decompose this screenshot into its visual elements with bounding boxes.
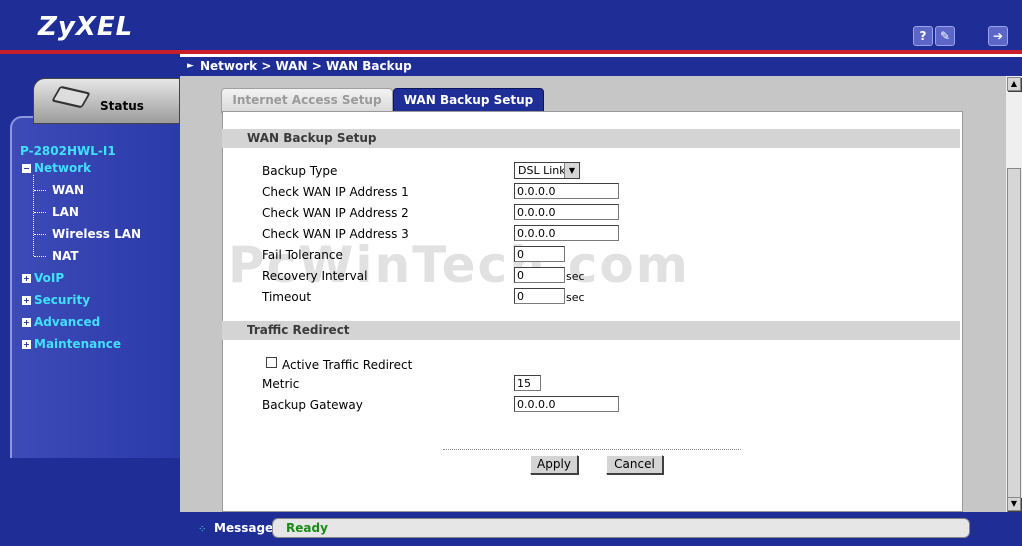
check-ip1-label: Check WAN IP Address 1 bbox=[262, 185, 409, 199]
recovery-unit: sec bbox=[566, 270, 585, 283]
status-message: Ready bbox=[286, 521, 328, 535]
backup-gateway-label: Backup Gateway bbox=[262, 398, 363, 412]
sidebar-item-label: VoIP bbox=[34, 271, 65, 285]
sidebar-item-network[interactable]: − Network bbox=[22, 161, 91, 175]
tree-line bbox=[34, 256, 46, 257]
cancel-button[interactable]: Cancel bbox=[606, 455, 663, 474]
wizard-icon[interactable]: ✎ bbox=[935, 26, 955, 46]
sidebar-item-wireless-lan[interactable]: Wireless LAN bbox=[52, 227, 141, 241]
message-label: Message bbox=[214, 521, 274, 535]
sidebar-item-lan[interactable]: LAN bbox=[52, 205, 79, 219]
tree-line bbox=[34, 212, 46, 213]
tab-internet-access-setup[interactable]: Internet Access Setup bbox=[221, 88, 393, 113]
collapse-icon[interactable]: − bbox=[22, 164, 31, 173]
check-ip2-label: Check WAN IP Address 2 bbox=[262, 206, 409, 220]
expand-icon[interactable]: + bbox=[22, 340, 31, 349]
section-title: WAN Backup Setup bbox=[247, 131, 377, 145]
scroll-down-icon[interactable]: ▼ bbox=[1007, 497, 1021, 511]
section-title: Traffic Redirect bbox=[247, 323, 350, 337]
button-divider bbox=[443, 449, 741, 450]
tab-wan-backup-setup[interactable]: WAN Backup Setup bbox=[393, 88, 544, 113]
sidebar-item-label: Maintenance bbox=[34, 337, 122, 351]
backup-type-label: Backup Type bbox=[262, 164, 338, 178]
expand-icon[interactable]: + bbox=[22, 296, 31, 305]
sidebar-item-wan[interactable]: WAN bbox=[52, 183, 84, 197]
scroll-up-icon[interactable]: ▲ bbox=[1007, 77, 1021, 91]
vertical-scrollbar[interactable]: ▲ ▼ bbox=[1006, 76, 1022, 534]
fail-tolerance-input[interactable]: 0 bbox=[514, 246, 565, 262]
recovery-interval-label: Recovery Interval bbox=[262, 269, 368, 283]
watermark: PcWinTech.com bbox=[228, 236, 690, 294]
router-icon bbox=[51, 85, 91, 109]
logout-icon[interactable]: ➔ bbox=[988, 26, 1008, 46]
status-label: Status bbox=[100, 99, 144, 113]
breadcrumb-arrow-icon: ► bbox=[187, 61, 194, 71]
chevron-down-icon[interactable]: ▼ bbox=[564, 163, 579, 178]
sidebar-item-label: Network bbox=[34, 161, 92, 175]
expand-icon[interactable]: + bbox=[22, 274, 31, 283]
check-ip2-input[interactable]: 0.0.0.0 bbox=[514, 204, 619, 220]
metric-input[interactable]: 15 bbox=[514, 375, 541, 391]
fail-tolerance-label: Fail Tolerance bbox=[262, 248, 343, 262]
sidebar-item-security[interactable]: + Security bbox=[22, 293, 90, 307]
help-icon[interactable]: ? bbox=[913, 26, 933, 46]
backup-gateway-input[interactable]: 0.0.0.0 bbox=[514, 396, 619, 412]
active-traffic-redirect-checkbox[interactable] bbox=[266, 357, 277, 368]
wan-backup-section-header: WAN Backup Setup bbox=[222, 129, 960, 148]
tree-line bbox=[34, 190, 46, 191]
sidebar-item-nat[interactable]: NAT bbox=[52, 249, 79, 263]
check-ip1-input[interactable]: 0.0.0.0 bbox=[514, 183, 619, 199]
metric-label: Metric bbox=[262, 377, 300, 391]
timeout-input[interactable]: 0 bbox=[514, 288, 565, 304]
active-traffic-redirect-label: Active Traffic Redirect bbox=[282, 358, 413, 372]
tree-line bbox=[34, 234, 46, 235]
timeout-label: Timeout bbox=[262, 290, 312, 304]
check-ip3-label: Check WAN IP Address 3 bbox=[262, 227, 409, 241]
status-tab[interactable]: Status bbox=[33, 78, 180, 124]
top-header bbox=[0, 0, 1022, 54]
sidebar-item-label: Security bbox=[34, 293, 91, 307]
check-ip3-input[interactable]: 0.0.0.0 bbox=[514, 225, 619, 241]
sidebar-item-label: Advanced bbox=[34, 315, 101, 329]
recovery-interval-input[interactable]: 0 bbox=[514, 267, 565, 283]
message-icon: ⁘ bbox=[198, 524, 207, 535]
zyxel-logo: ZyXEL bbox=[38, 12, 134, 42]
sidebar-item-voip[interactable]: + VoIP bbox=[22, 271, 64, 285]
sidebar-item-maintenance[interactable]: + Maintenance bbox=[22, 337, 121, 351]
tree-line bbox=[33, 175, 34, 256]
backup-type-select[interactable]: DSL Link ▼ bbox=[514, 162, 580, 179]
breadcrumb: Network > WAN > WAN Backup bbox=[200, 59, 412, 73]
select-value: DSL Link bbox=[518, 164, 566, 177]
expand-icon[interactable]: + bbox=[22, 318, 31, 327]
apply-button[interactable]: Apply bbox=[530, 455, 578, 474]
traffic-redirect-section-header: Traffic Redirect bbox=[222, 321, 960, 340]
message-box bbox=[272, 518, 970, 538]
sidebar-item-advanced[interactable]: + Advanced bbox=[22, 315, 100, 329]
scroll-thumb[interactable] bbox=[1007, 168, 1021, 534]
timeout-unit: sec bbox=[566, 291, 585, 304]
breadcrumb-bar: ► Network > WAN > WAN Backup bbox=[180, 57, 1022, 76]
device-model: P-2802HWL-I1 bbox=[20, 144, 116, 158]
